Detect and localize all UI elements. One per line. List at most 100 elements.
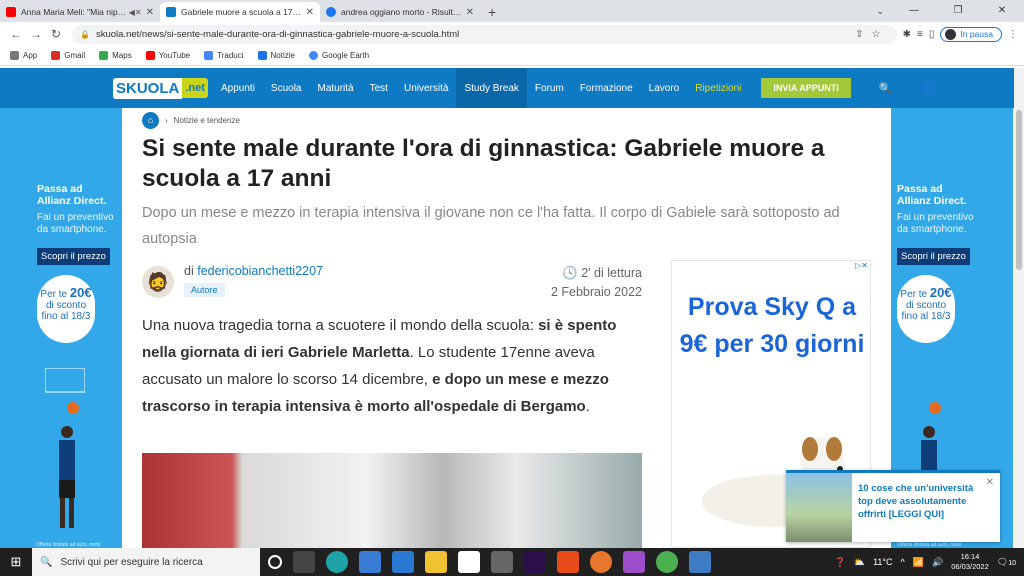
basketball-player-illustration (45, 368, 85, 528)
apps-grid-icon (10, 51, 19, 60)
close-tab-icon[interactable]: ✕ (466, 7, 474, 18)
author-role-badge: Autore (184, 283, 225, 297)
notifications-icon[interactable]: 🗨10 (997, 557, 1016, 568)
task-view-icon[interactable] (293, 551, 315, 573)
profile-paused-button[interactable]: In pausa (940, 26, 1002, 42)
ad-cta-button[interactable]: Scopri il prezzo (37, 248, 110, 265)
browser-tab-bar: Anna Maria Meli: "Mia nipote ◀✕ ✕ Gabrie… (0, 0, 1024, 22)
system-tray: ❓ ⛅ 11°C ^ 📶 🔊 16:14 06/03/2022 🗨10 (835, 552, 1024, 572)
bookmark-app[interactable]: App (10, 51, 37, 60)
store-icon[interactable] (359, 551, 381, 573)
search-icon[interactable]: 🔍 (879, 82, 893, 95)
premiere-icon[interactable] (524, 551, 546, 573)
bookmark-notizie[interactable]: Notizie (257, 51, 295, 60)
menu-item-ripetizioni[interactable]: Ripetizioni (687, 68, 749, 108)
forward-icon[interactable]: → (26, 27, 46, 41)
window-controls: — ❐ ✕ (892, 0, 1024, 22)
bookmarks-bar: App Gmail Maps YouTube Traduci Notizie G… (0, 46, 1024, 66)
ad-subtext: Fai un preventivo da smartphone. (37, 212, 114, 235)
bookmark-traduci[interactable]: Traduci (204, 51, 244, 60)
article-date: 2 Febbraio 2022 (550, 285, 642, 299)
adchoices-icon[interactable]: ▷✕ (855, 261, 868, 270)
menu-item-study-break[interactable]: Study Break (456, 68, 527, 108)
menu-item-test[interactable]: Test (362, 68, 396, 108)
photos-icon[interactable] (689, 551, 711, 573)
app-icon[interactable] (491, 551, 513, 573)
reading-list-icon[interactable]: ≡ (917, 29, 923, 40)
edge-icon[interactable] (326, 551, 348, 573)
promo-popup[interactable]: 10 cose che un'università top deve assol… (786, 470, 1000, 542)
menu-kebab-icon[interactable]: ⋮ (1008, 29, 1018, 40)
menu-item-lavoro[interactable]: Lavoro (641, 68, 688, 108)
tab-search-icon[interactable]: ⌄ (876, 0, 884, 22)
taskbar-apps (268, 551, 711, 573)
bookmark-youtube[interactable]: YouTube (145, 51, 190, 60)
volume-icon[interactable]: 🔊 (932, 557, 943, 568)
page-scrollbar[interactable] (1014, 68, 1024, 548)
explorer-icon[interactable] (425, 551, 447, 573)
article-container: ⌂ › Notizie e tendenze Si sente male dur… (122, 108, 891, 548)
reload-icon[interactable]: ↻ (46, 27, 66, 41)
bookmark-google-earth[interactable]: Google Earth (308, 51, 369, 60)
close-tab-icon[interactable]: ✕ (306, 7, 314, 18)
ad-promo-circle: Per te 20€ di sconto fino al 18/3 (37, 275, 95, 343)
menu-item-forum[interactable]: Forum (527, 68, 572, 108)
tab-1[interactable]: Gabriele muore a scuola a 17 anni ✕ (160, 2, 320, 22)
extensions-icon[interactable]: ✱ (903, 29, 911, 40)
invia-appunti-button[interactable]: INVIA APPUNTI (761, 78, 851, 98)
minimize-icon[interactable]: — (892, 0, 936, 22)
menu-item-scuola[interactable]: Scuola (263, 68, 310, 108)
side-ad-left[interactable]: Passa ad Allianz Direct. Fai un preventi… (0, 108, 122, 548)
speaker-muted-icon[interactable]: ◀✕ (129, 8, 142, 17)
cortana-icon[interactable] (268, 555, 282, 569)
app-icon[interactable] (623, 551, 645, 573)
skuola-favicon-icon (166, 7, 176, 17)
home-icon[interactable]: ⌂ (142, 112, 159, 129)
scrollbar-thumb[interactable] (1016, 110, 1022, 270)
windows-start-icon[interactable]: ⊞ (0, 554, 32, 570)
article-subtitle: Dopo un mese e mezzo in terapia intensiv… (142, 205, 840, 247)
chevron-right-icon: › (165, 116, 168, 125)
tab-2[interactable]: andrea oggiano morto - Risultati ✕ (320, 2, 480, 22)
author-link[interactable]: federicobianchetti2207 (197, 264, 323, 278)
close-tab-icon[interactable]: ✕ (146, 7, 154, 18)
windows-taskbar: ⊞ 🔍 Scrivi qui per eseguire la ricerca ❓… (0, 548, 1024, 576)
close-window-icon[interactable]: ✕ (980, 0, 1024, 22)
bookmark-gmail[interactable]: Gmail (51, 51, 85, 60)
share-star-icons[interactable]: ⇪☆ (855, 29, 888, 40)
menu-item-formazione[interactable]: Formazione (572, 68, 641, 108)
weather-icon[interactable]: ⛅ (854, 557, 865, 568)
amazon-icon[interactable] (458, 551, 480, 573)
office-icon[interactable] (557, 551, 579, 573)
menu-item-maturita[interactable]: Maturità (310, 68, 362, 108)
clock[interactable]: 16:14 06/03/2022 (951, 552, 989, 572)
youtube-favicon-icon (6, 7, 16, 17)
mail-icon[interactable] (392, 551, 414, 573)
lock-icon[interactable]: 🔒 (80, 30, 90, 39)
temperature[interactable]: 11°C (873, 557, 892, 567)
logo-text: SKUOLA (113, 77, 183, 99)
ad-cta-button[interactable]: Scopri il prezzo (897, 248, 970, 265)
menu-item-appunti[interactable]: Appunti (213, 68, 263, 108)
author-avatar[interactable]: 🧔 (142, 266, 174, 298)
new-tab-button[interactable]: + (480, 2, 504, 22)
tray-arrow-icon[interactable]: ^ (901, 557, 905, 567)
breadcrumb-item[interactable]: Notizie e tendenze (174, 116, 240, 125)
bookmark-maps[interactable]: Maps (99, 51, 132, 60)
user-icon[interactable]: 👤 (920, 82, 934, 95)
tab-0[interactable]: Anna Maria Meli: "Mia nipote ◀✕ ✕ (0, 2, 160, 22)
address-bar[interactable]: 🔒 skuola.net/news/si-sente-male-durante-… (72, 24, 897, 44)
youtube-icon (145, 51, 155, 60)
taskbar-search[interactable]: 🔍 Scrivi qui per eseguire la ricerca (32, 548, 260, 576)
firefox-icon[interactable] (590, 551, 612, 573)
network-icon[interactable]: 📶 (913, 557, 924, 568)
chrome-icon[interactable] (656, 551, 678, 573)
menu-item-universita[interactable]: Università (396, 68, 456, 108)
restore-icon[interactable]: ❐ (936, 0, 980, 22)
skuola-logo[interactable]: SKUOLA .net (113, 75, 208, 101)
popup-text[interactable]: 10 cose che un'università top deve assol… (858, 482, 986, 521)
side-panel-icon[interactable]: ▯ (929, 29, 935, 40)
help-icon[interactable]: ❓ (835, 557, 846, 568)
close-icon[interactable]: ✕ (986, 477, 994, 488)
back-icon[interactable]: ← (6, 27, 26, 41)
